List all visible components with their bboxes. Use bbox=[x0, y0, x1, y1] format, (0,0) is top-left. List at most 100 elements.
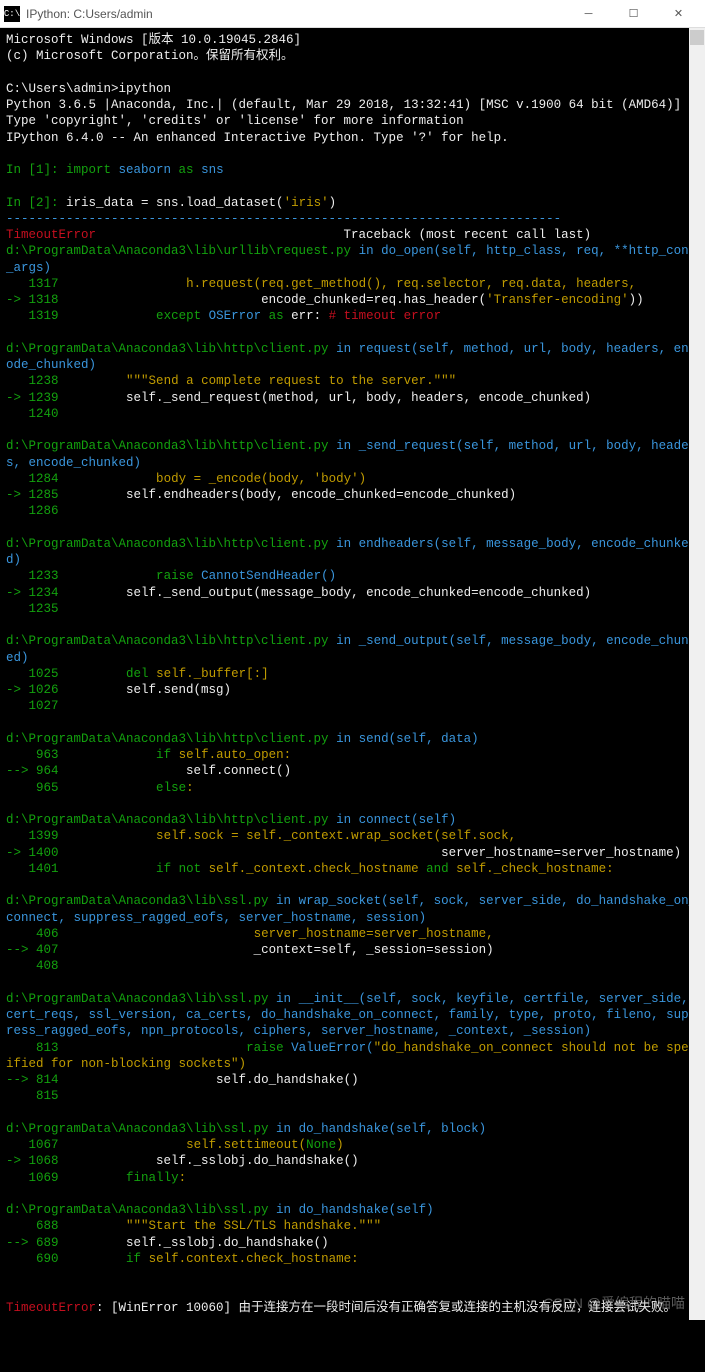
window-controls: ─ ☐ ✕ bbox=[566, 0, 701, 28]
code-line: self.send(msg) bbox=[66, 683, 231, 697]
frame-path: d:\ProgramData\Anaconda3\lib\http\client… bbox=[6, 634, 329, 648]
frame-path: d:\ProgramData\Anaconda3\lib\ssl.py bbox=[6, 992, 269, 1006]
mod-seaborn: seaborn bbox=[111, 163, 179, 177]
keyword: None bbox=[306, 1138, 336, 1152]
scrollbar-thumb[interactable] bbox=[690, 30, 704, 45]
lineno: 1240 bbox=[6, 407, 59, 421]
scrollbar[interactable] bbox=[689, 28, 705, 1320]
close-button[interactable]: ✕ bbox=[656, 0, 701, 28]
frame-in: in bbox=[329, 439, 359, 453]
keyword: as bbox=[269, 309, 292, 323]
in-prompt-1: In [1]: bbox=[6, 163, 66, 177]
lineno: 1238 bbox=[6, 374, 59, 388]
in-prompt-2: In [2]: bbox=[6, 196, 66, 210]
code-line: self._buffer[:] bbox=[156, 667, 269, 681]
frame-path: d:\ProgramData\Anaconda3\lib\ssl.py bbox=[6, 894, 269, 908]
lineno: 965 bbox=[6, 781, 59, 795]
code-tail: ) bbox=[239, 1057, 247, 1071]
window-titlebar: C:\ IPython: C:Users/admin ─ ☐ ✕ bbox=[0, 0, 705, 28]
frame-in: in bbox=[269, 894, 299, 908]
lineno: -> 1239 bbox=[6, 391, 59, 405]
frame-in: in bbox=[351, 244, 381, 258]
kw-as: as bbox=[179, 163, 194, 177]
code-line: self.connect() bbox=[66, 764, 291, 778]
class-name: CannotSendHeader() bbox=[201, 569, 336, 583]
lineno: 813 bbox=[6, 1041, 59, 1055]
var: err: bbox=[291, 309, 329, 323]
keyword: and bbox=[426, 862, 456, 876]
frame-path: d:\ProgramData\Anaconda3\lib\ssl.py bbox=[6, 1203, 269, 1217]
frame-path: d:\ProgramData\Anaconda3\lib\http\client… bbox=[6, 439, 329, 453]
frame-func: send(self, data) bbox=[359, 732, 479, 746]
code-line: : bbox=[179, 1171, 187, 1185]
code-line: self._send_request(method, url, body, he… bbox=[66, 391, 591, 405]
separator: ----------------------------------------… bbox=[6, 212, 561, 226]
code-line: h.request(req.get_method(), req.selector… bbox=[66, 277, 636, 291]
frame-path: d:\ProgramData\Anaconda3\lib\http\client… bbox=[6, 732, 329, 746]
frame-in: in bbox=[269, 1122, 299, 1136]
lineno: 1401 bbox=[6, 862, 59, 876]
lineno: --> 964 bbox=[6, 764, 59, 778]
maximize-button[interactable]: ☐ bbox=[611, 0, 656, 28]
watermark: CSDN @爱编程的喵喵 bbox=[543, 1294, 685, 1312]
docstring: """Send a complete request to the server… bbox=[66, 374, 456, 388]
code-line: self.context.check_hostname: bbox=[149, 1252, 359, 1266]
code-tail: ) bbox=[336, 1138, 344, 1152]
code-line: self._sslobj.do_handshake() bbox=[66, 1236, 329, 1250]
keyword: finally bbox=[66, 1171, 179, 1185]
lineno: -> 1068 bbox=[6, 1154, 59, 1168]
kw-import: import bbox=[66, 163, 111, 177]
lineno: 688 bbox=[6, 1219, 59, 1233]
frame-in: in bbox=[329, 342, 359, 356]
string-literal: 'body' bbox=[314, 472, 359, 486]
lineno: --> 814 bbox=[6, 1073, 59, 1087]
lineno: 963 bbox=[6, 748, 59, 762]
final-error-name: TimeoutError bbox=[6, 1301, 96, 1315]
minimize-button[interactable]: ─ bbox=[566, 0, 611, 28]
keyword: except bbox=[66, 309, 209, 323]
lineno: -> 1285 bbox=[6, 488, 59, 502]
traceback-header: Traceback (most recent call last) bbox=[96, 228, 591, 242]
frame-in: in bbox=[329, 732, 359, 746]
frame-path: d:\ProgramData\Anaconda3\lib\ssl.py bbox=[6, 1122, 269, 1136]
lineno: 406 bbox=[6, 927, 59, 941]
str-iris: 'iris' bbox=[284, 196, 329, 210]
frame-func: do_handshake(self) bbox=[299, 1203, 434, 1217]
code-tail: self._check_hostname: bbox=[456, 862, 614, 876]
frame-path: d:\ProgramData\Anaconda3\lib\http\client… bbox=[6, 813, 329, 827]
python-banner-1: Python 3.6.5 |Anaconda, Inc.| (default, … bbox=[6, 98, 681, 112]
string-literal: 'Transfer-encoding' bbox=[486, 293, 629, 307]
lineno: 1284 bbox=[6, 472, 59, 486]
keyword: else bbox=[66, 781, 186, 795]
keyword: if not bbox=[66, 862, 209, 876]
lineno: 1069 bbox=[6, 1171, 59, 1185]
console-output[interactable]: Microsoft Windows [版本 10.0.19045.2846] (… bbox=[0, 28, 705, 1320]
copyright: (c) Microsoft Corporation。保留所有权利。 bbox=[6, 49, 294, 63]
code-in2b: ) bbox=[329, 196, 337, 210]
window-title: IPython: C:Users/admin bbox=[26, 7, 566, 21]
lineno: 1399 bbox=[6, 829, 59, 843]
lineno: -> 1026 bbox=[6, 683, 59, 697]
prompt-command: ipython bbox=[119, 82, 172, 96]
alias-sns: sns bbox=[194, 163, 224, 177]
code-line: _context=self, _session=session) bbox=[66, 943, 494, 957]
keyword: raise bbox=[66, 1041, 291, 1055]
lineno: 1319 bbox=[6, 309, 59, 323]
frame-path: d:\ProgramData\Anaconda3\lib\http\client… bbox=[6, 342, 329, 356]
code-line: self.settimeout( bbox=[66, 1138, 306, 1152]
python-banner-3: IPython 6.4.0 -- An enhanced Interactive… bbox=[6, 131, 509, 145]
code-line: self._sslobj.do_handshake() bbox=[66, 1154, 359, 1168]
lineno: -> 1234 bbox=[6, 586, 59, 600]
code-line: self._context.check_hostname bbox=[209, 862, 427, 876]
lineno: 1235 bbox=[6, 602, 59, 616]
lineno: -> 1400 bbox=[6, 846, 59, 860]
console-icon: C:\ bbox=[4, 6, 20, 22]
code-in2a: iris_data = sns.load_dataset( bbox=[66, 196, 284, 210]
class-name: OSError bbox=[209, 309, 269, 323]
frame-in: in bbox=[269, 992, 299, 1006]
code-line: self.do_handshake() bbox=[66, 1073, 359, 1087]
frame-func: connect(self) bbox=[359, 813, 457, 827]
keyword: if bbox=[66, 1252, 149, 1266]
code-tail: )) bbox=[629, 293, 644, 307]
code-line: self._send_output(message_body, encode_c… bbox=[66, 586, 591, 600]
